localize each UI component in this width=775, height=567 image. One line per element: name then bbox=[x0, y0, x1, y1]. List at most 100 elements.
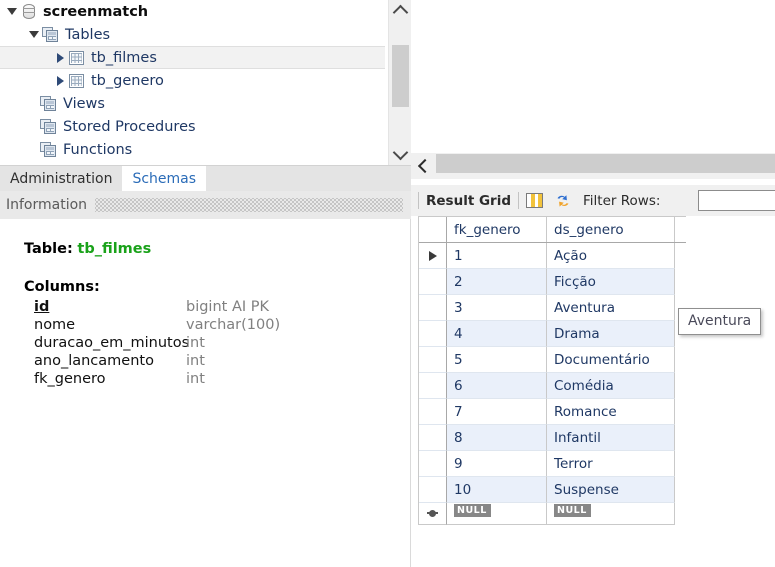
tree-item-label: Tables bbox=[65, 26, 111, 43]
tree-item-label: tb_filmes bbox=[91, 49, 157, 66]
tree-vertical-scrollbar[interactable] bbox=[388, 0, 411, 165]
table-row[interactable]: 7 Romance bbox=[419, 399, 686, 425]
chevron-left-icon[interactable] bbox=[411, 153, 436, 179]
column-row: fk_genero int bbox=[24, 370, 411, 388]
new-row[interactable]: NULL NULL bbox=[419, 503, 686, 525]
table-row[interactable]: 2 Ficção bbox=[419, 269, 686, 295]
cell-ds-genero[interactable]: Drama bbox=[547, 321, 675, 347]
row-marker bbox=[419, 321, 447, 347]
tab-schemas[interactable]: Schemas bbox=[122, 166, 207, 191]
cell-fk-genero[interactable]: 9 bbox=[447, 451, 547, 477]
cell-fk-genero[interactable]: 7 bbox=[447, 399, 547, 425]
grid-view-icon[interactable] bbox=[526, 193, 544, 208]
result-panel-splitter bbox=[411, 153, 775, 179]
cell-ds-genero[interactable]: Documentário bbox=[547, 347, 675, 373]
column-type: int bbox=[186, 335, 205, 351]
cell-fk-genero[interactable]: 6 bbox=[447, 373, 547, 399]
schema-group-icon bbox=[40, 141, 58, 159]
row-marker bbox=[419, 451, 447, 477]
tab-administration[interactable]: Administration bbox=[0, 166, 123, 191]
scrollbar-thumb[interactable] bbox=[392, 45, 409, 107]
tree-item-label: Stored Procedures bbox=[63, 118, 196, 135]
table-row[interactable]: 8 Infantil bbox=[419, 425, 686, 451]
expander-down-icon[interactable] bbox=[26, 23, 42, 46]
new-row-star-icon bbox=[419, 503, 447, 525]
tree-item-tb-genero[interactable]: tb_genero bbox=[0, 69, 411, 92]
cell-ds-genero[interactable]: Comédia bbox=[547, 373, 675, 399]
cell-ds-genero[interactable]: Ação bbox=[547, 243, 675, 269]
sidebar-tab-bar[interactable]: Administration Schemas bbox=[0, 165, 411, 191]
row-marker bbox=[419, 347, 447, 373]
row-marker bbox=[419, 399, 447, 425]
result-grid-label: Result Grid bbox=[426, 192, 512, 209]
row-marker bbox=[419, 269, 447, 295]
column-header-ds-genero[interactable]: ds_genero bbox=[547, 217, 675, 242]
cell-ds-genero[interactable]: Aventura bbox=[547, 295, 675, 321]
table-row[interactable]: 5 Documentário bbox=[419, 347, 686, 373]
column-row: duracao_em_minutos int bbox=[24, 334, 411, 352]
cell-ds-genero[interactable]: Suspense bbox=[547, 477, 675, 503]
result-grid-toolbar: Result Grid Filter Rows: bbox=[411, 185, 775, 216]
expander-down-icon[interactable] bbox=[4, 0, 20, 23]
tree-item-stored-procedures[interactable]: Stored Procedures bbox=[0, 115, 411, 138]
cell-fk-genero[interactable]: 3 bbox=[447, 295, 547, 321]
cell-fk-genero[interactable]: 8 bbox=[447, 425, 547, 451]
column-name: nome bbox=[34, 317, 76, 333]
splitter-handle[interactable] bbox=[436, 154, 775, 173]
tree-item-tables[interactable]: Tables bbox=[0, 23, 411, 46]
result-grid[interactable]: fk_genero ds_genero 1 Ação 2 Ficção 3 Av… bbox=[418, 216, 686, 525]
cell-fk-genero-null[interactable]: NULL bbox=[447, 503, 547, 525]
dotted-separator bbox=[95, 198, 403, 212]
table-row[interactable]: 9 Terror bbox=[419, 451, 686, 477]
column-row: nome varchar(100) bbox=[24, 316, 411, 334]
null-badge: NULL bbox=[454, 504, 491, 517]
filter-rows-input[interactable] bbox=[698, 190, 775, 211]
tree-item-views[interactable]: Views bbox=[0, 92, 411, 115]
null-badge: NULL bbox=[554, 504, 591, 517]
grid-header-row: fk_genero ds_genero bbox=[419, 217, 686, 243]
expander-right-icon[interactable] bbox=[52, 69, 68, 92]
table-title-line: Table: tb_filmes bbox=[24, 241, 411, 257]
table-row[interactable]: 4 Drama bbox=[419, 321, 686, 347]
information-label: Information bbox=[0, 197, 96, 213]
cell-fk-genero[interactable]: 1 bbox=[447, 243, 547, 269]
column-row: ano_lancamento int bbox=[24, 352, 411, 370]
table-row[interactable]: 1 Ação bbox=[419, 243, 686, 269]
tree-item-label: screenmatch bbox=[43, 3, 149, 20]
cell-fk-genero[interactable]: 10 bbox=[447, 477, 547, 503]
column-type: bigint AI PK bbox=[186, 299, 270, 315]
table-row[interactable]: 10 Suspense bbox=[419, 477, 686, 503]
cell-ds-genero[interactable]: Romance bbox=[547, 399, 675, 425]
tree-item-functions[interactable]: Functions bbox=[0, 138, 411, 161]
schema-group-icon bbox=[40, 118, 58, 136]
cell-ds-genero[interactable]: Terror bbox=[547, 451, 675, 477]
expander-right-icon[interactable] bbox=[52, 46, 68, 69]
cell-ds-genero-null[interactable]: NULL bbox=[547, 503, 675, 525]
row-marker bbox=[419, 477, 447, 503]
tree-item-label: tb_genero bbox=[91, 72, 164, 89]
column-header-fk-genero[interactable]: fk_genero bbox=[447, 217, 547, 242]
column-type: varchar(100) bbox=[186, 317, 281, 333]
column-row: id bigint AI PK bbox=[24, 298, 411, 316]
cell-fk-genero[interactable]: 5 bbox=[447, 347, 547, 373]
table-keyword-label: Table: bbox=[24, 241, 73, 257]
refresh-icon[interactable] bbox=[554, 193, 572, 209]
table-row[interactable]: 6 Comédia bbox=[419, 373, 686, 399]
chevron-up-icon[interactable] bbox=[389, 0, 411, 22]
row-marker bbox=[419, 373, 447, 399]
cell-ds-genero[interactable]: Infantil bbox=[547, 425, 675, 451]
tree-item-tb-filmes[interactable]: tb_filmes bbox=[0, 46, 385, 69]
chevron-down-icon[interactable] bbox=[389, 143, 411, 165]
tree-item-screenmatch[interactable]: screenmatch bbox=[0, 0, 411, 23]
schema-group-icon bbox=[40, 95, 58, 113]
toolbar-divider bbox=[418, 192, 419, 209]
cell-ds-genero[interactable]: Ficção bbox=[547, 269, 675, 295]
table-icon bbox=[68, 72, 86, 90]
table-name-value: tb_filmes bbox=[77, 241, 152, 257]
cell-fk-genero[interactable]: 4 bbox=[447, 321, 547, 347]
schema-navigator-tree[interactable]: screenmatch Tables tb_filmes tb_genero V… bbox=[0, 0, 411, 165]
cell-fk-genero[interactable]: 2 bbox=[447, 269, 547, 295]
tree-item-label: Views bbox=[63, 95, 105, 112]
table-icon bbox=[68, 49, 86, 67]
table-row[interactable]: 3 Aventura bbox=[419, 295, 686, 321]
